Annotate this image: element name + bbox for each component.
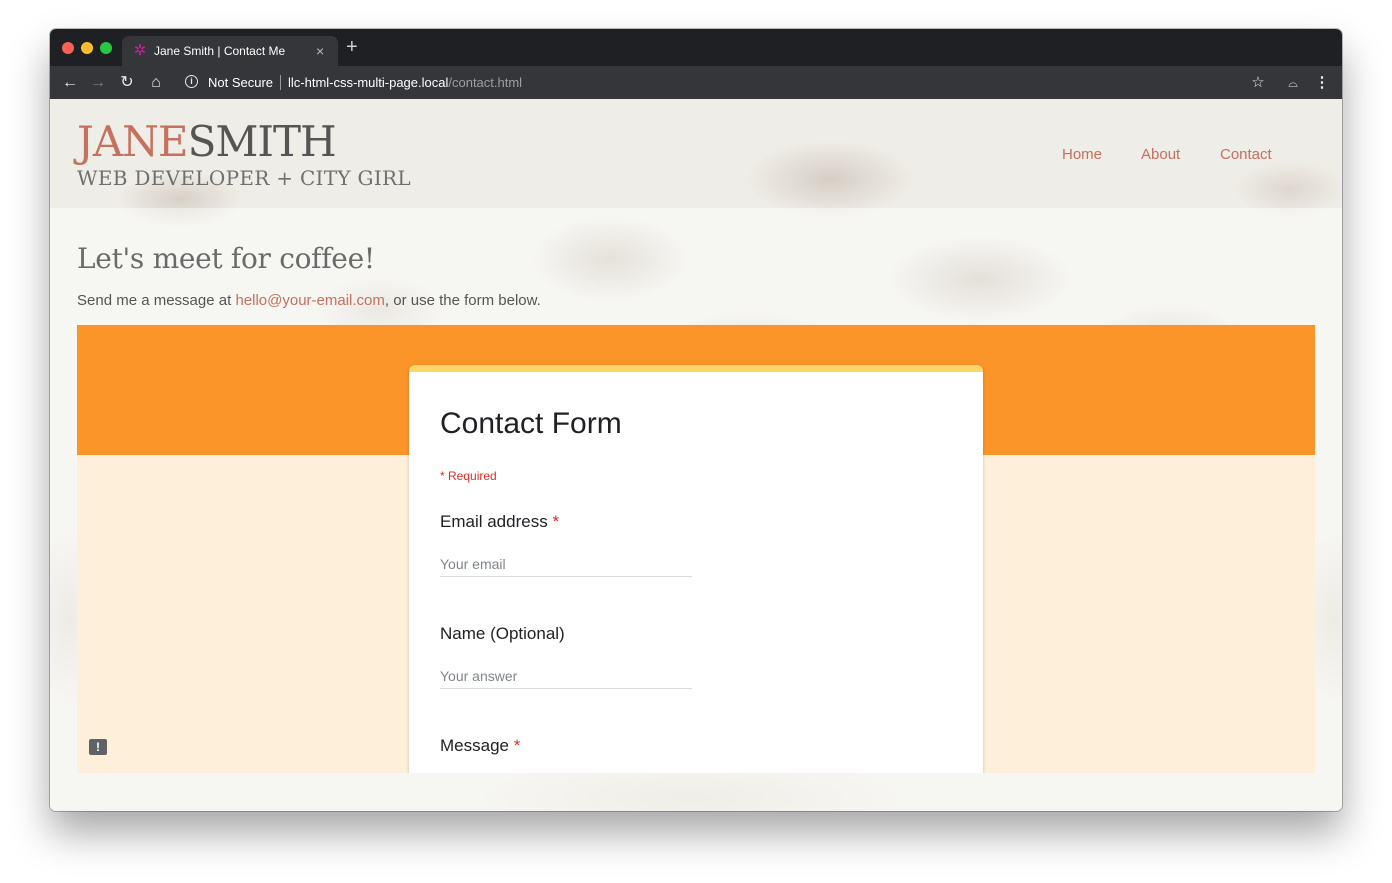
browser-tab[interactable]: ✲ Jane Smith | Contact Me × <box>122 36 338 66</box>
nav-home-link[interactable]: Home <box>1062 146 1102 164</box>
intro-text: Send me a message at hello@your-email.co… <box>77 292 541 310</box>
message-label-text: Message <box>440 736 509 755</box>
name-field[interactable] <box>440 664 692 689</box>
email-field[interactable] <box>440 552 692 577</box>
reload-icon[interactable]: ↻ <box>117 73 137 93</box>
address-bar[interactable]: i Not Secure llc-html-css-multi-page.loc… <box>176 69 1276 96</box>
email-label-text: Email address <box>440 512 548 531</box>
site-header: JANESMITH WEB DEVELOPER + CITY GIRL Home… <box>50 99 1342 208</box>
name-question-label: Name (Optional) <box>440 624 565 643</box>
required-marker: * <box>552 512 560 531</box>
close-tab-icon[interactable]: × <box>316 43 324 59</box>
email-question-label: Email address * <box>440 511 559 533</box>
message-question-label: Message * <box>440 735 520 757</box>
maximize-window-button[interactable] <box>100 42 112 54</box>
report-feedback-icon[interactable]: ! <box>89 739 107 755</box>
tab-strip: ✲ Jane Smith | Contact Me × + <box>50 29 1342 66</box>
back-arrow-icon[interactable]: ← <box>60 73 80 93</box>
page-viewport: JANESMITH WEB DEVELOPER + CITY GIRL Home… <box>50 99 1342 811</box>
browser-window: ✲ Jane Smith | Contact Me × + ← → ↻ ⌂ i … <box>50 29 1342 811</box>
embedded-form-frame: Contact Form * Required Email address * … <box>77 325 1315 773</box>
star-icon[interactable]: ☆ <box>1248 73 1268 93</box>
new-tab-button[interactable]: + <box>346 37 358 57</box>
minimize-window-button[interactable] <box>81 42 93 54</box>
url-host: llc-html-css-multi-page.local <box>288 75 449 90</box>
home-icon[interactable]: ⌂ <box>146 73 166 93</box>
required-marker: * <box>513 736 521 755</box>
incognito-icon[interactable]: ⌓ <box>1283 73 1303 93</box>
forward-arrow-icon[interactable]: → <box>88 73 108 93</box>
form-title: Contact Form <box>440 407 622 440</box>
intro-suffix: , or use the form below. <box>384 292 541 309</box>
close-window-button[interactable] <box>62 42 74 54</box>
email-link[interactable]: hello@your-email.com <box>235 292 384 309</box>
site-logo[interactable]: JANESMITH <box>77 117 337 166</box>
page-title: Let's meet for coffee! <box>77 242 375 275</box>
required-note: * Required <box>440 469 497 483</box>
logo-first-name: JANE <box>77 117 189 166</box>
url-path: /contact.html <box>448 75 523 90</box>
menu-icon[interactable]: ⋮ <box>1312 73 1332 93</box>
nav-contact-link[interactable]: Contact <box>1220 146 1272 164</box>
logo-last-name: SMITH <box>187 117 337 166</box>
nav-about-link[interactable]: About <box>1141 146 1180 164</box>
intro-prefix: Send me a message at <box>77 292 236 309</box>
url-text[interactable]: llc-html-css-multi-page.local/contact.ht… <box>288 75 522 90</box>
tab-title: Jane Smith | Contact Me <box>154 44 286 58</box>
site-tagline: WEB DEVELOPER + CITY GIRL <box>77 166 411 190</box>
browser-toolbar: ← → ↻ ⌂ i Not Secure llc-html-css-multi-… <box>50 66 1342 99</box>
url-divider <box>280 75 281 90</box>
info-icon[interactable]: i <box>185 75 198 88</box>
favicon-icon: ✲ <box>133 42 147 59</box>
security-label[interactable]: Not Secure <box>208 75 273 90</box>
form-card: Contact Form * Required Email address * … <box>409 365 983 773</box>
